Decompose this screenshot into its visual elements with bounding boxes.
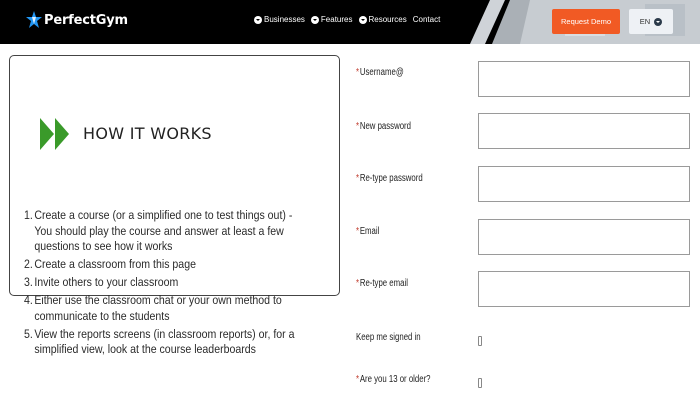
chevron-down-icon	[254, 15, 262, 24]
language-label: EN	[639, 17, 651, 26]
step-number: 1.	[24, 208, 33, 222]
new-password-label: *New password	[356, 121, 411, 132]
how-it-works-title: HOW IT WORKS	[83, 124, 212, 143]
chevron-down-icon	[654, 17, 663, 26]
step-text: View the reports screens (in classroom r…	[34, 326, 295, 357]
step-number: 2.	[24, 257, 33, 271]
email-label-text: Email	[359, 226, 380, 237]
step-text: Create a course (or a simplified one to …	[34, 208, 293, 253]
nav-item-businesses[interactable]: Businesses	[254, 15, 305, 24]
required-mark: *	[356, 278, 360, 289]
required-mark: *	[356, 173, 360, 184]
nav-label: Businesses	[264, 15, 305, 24]
list-item: 4. Either use the classroom chat or your…	[24, 293, 299, 324]
how-it-works-steps: 1. Create a course (or a simplified one …	[24, 208, 299, 360]
main-nav: Businesses Features Resources Contact	[254, 15, 446, 24]
step-number: 5.	[24, 326, 33, 341]
age-check-label-text: Are you 13 or older?	[359, 374, 431, 385]
nav-item-contact[interactable]: Contact	[413, 15, 441, 24]
perfectgym-logo[interactable]: PerfectGym	[26, 10, 128, 30]
fast-forward-icon	[40, 118, 69, 150]
username-label-text: Username	[359, 67, 396, 78]
nav-label: Contact	[412, 15, 441, 24]
top-navigation-bar: PerfectGym Businesses Features Resources…	[0, 0, 700, 44]
retype-password-input[interactable]	[478, 166, 690, 202]
star-logo-icon	[26, 11, 42, 28]
username-label: *Username@	[356, 67, 404, 78]
list-item: 1. Create a course (or a simplified one …	[24, 208, 299, 255]
retype-password-label: *Re-type password	[356, 173, 423, 184]
required-mark: *	[356, 374, 360, 385]
brand-name: PerfectGym	[44, 12, 128, 28]
new-password-input[interactable]	[478, 113, 690, 149]
new-password-label-text: New password	[359, 121, 411, 132]
chevron-down-icon	[310, 15, 319, 24]
list-item: 2. Create a classroom from this page	[24, 257, 299, 273]
keep-signed-in-label: Keep me signed in	[356, 332, 421, 343]
retype-email-input[interactable]	[478, 271, 690, 307]
nav-label: Features	[320, 15, 353, 24]
retype-email-label-text: Re-type email	[359, 278, 408, 289]
retype-email-label: *Re-type email	[356, 278, 408, 289]
retype-password-label-text: Re-type password	[359, 173, 423, 184]
step-number: 3.	[24, 275, 33, 289]
request-demo-button[interactable]: Request Demo	[552, 9, 620, 34]
email-input[interactable]	[478, 219, 690, 255]
step-number: 4.	[24, 293, 33, 307]
list-item: 3. Invite others to your classroom	[24, 275, 299, 291]
age-check-label: *Are you 13 or older?	[356, 374, 431, 385]
nav-item-resources[interactable]: Resources	[358, 15, 407, 24]
email-label: *Email	[356, 226, 379, 237]
language-selector[interactable]: EN	[629, 9, 673, 34]
list-item: 5. View the reports screens (in classroo…	[24, 327, 299, 358]
chevron-down-icon	[358, 15, 367, 24]
step-text: Invite others to your classroom	[34, 275, 179, 289]
step-text: Either use the classroom chat or your ow…	[34, 293, 282, 323]
required-mark: *	[356, 67, 360, 78]
step-text: Create a classroom from this page	[34, 257, 196, 271]
help-icon[interactable]: @	[396, 67, 404, 78]
age-check-checkbox[interactable]	[478, 378, 482, 388]
nav-label: Resources	[368, 15, 407, 24]
username-input[interactable]	[478, 61, 690, 97]
keep-signed-in-checkbox[interactable]	[478, 336, 482, 346]
nav-item-features[interactable]: Features	[310, 15, 353, 24]
required-mark: *	[356, 121, 360, 132]
required-mark: *	[356, 226, 360, 237]
